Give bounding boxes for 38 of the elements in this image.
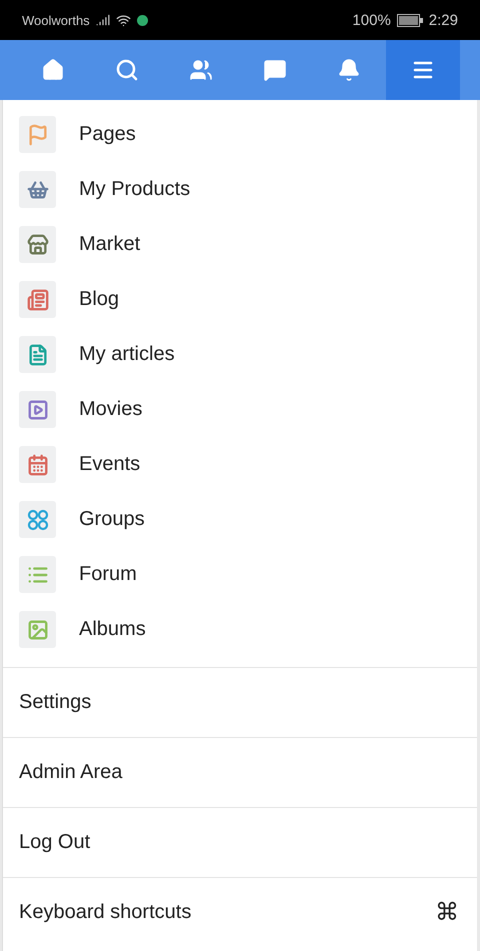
menu-item[interactable]: Movies: [79, 398, 142, 421]
menu-item[interactable]: Groups: [79, 508, 145, 531]
menu-link[interactable]: Settings: [19, 691, 92, 714]
bell-icon: [337, 58, 361, 82]
video-icon: [19, 391, 56, 428]
carrier-name: Woolworths: [22, 12, 90, 28]
home-icon: [41, 58, 65, 82]
wifi-icon: [116, 12, 131, 28]
signal-icon: [96, 13, 110, 27]
battery-icon: [396, 14, 423, 26]
menu-item[interactable]: Albums: [79, 618, 146, 641]
status-dot-icon: [136, 14, 148, 26]
menu-item[interactable]: My articles: [79, 343, 175, 366]
menu-link[interactable]: Admin Area: [19, 761, 122, 784]
document-icon: [19, 336, 56, 373]
search-icon: [115, 58, 139, 82]
calendar-icon: [19, 446, 56, 483]
menu-item[interactable]: Blog: [79, 288, 120, 311]
menu-link[interactable]: Keyboard shortcuts: [19, 901, 192, 924]
menu-item[interactable]: Pages: [79, 123, 136, 146]
basket-icon: [19, 171, 56, 208]
image-icon: [19, 611, 56, 648]
menu-item[interactable]: My Products: [79, 178, 190, 201]
command-key: ⌘: [435, 898, 459, 927]
battery-percent: 100%: [352, 12, 391, 28]
newspaper-icon: [19, 281, 56, 318]
flag-icon: [19, 116, 56, 153]
menu-item[interactable]: Events: [79, 453, 140, 476]
store-icon: [19, 226, 56, 263]
menu-link[interactable]: Log Out: [19, 831, 90, 854]
list-icon: [19, 556, 56, 593]
chat-icon: [263, 58, 287, 82]
circles-icon: [19, 501, 56, 538]
menu-item[interactable]: Forum: [79, 563, 137, 586]
nav-tab[interactable]: [386, 40, 460, 100]
menu-item[interactable]: Market: [79, 233, 140, 256]
people-icon: [189, 58, 213, 82]
clock-time: 2:29: [428, 12, 458, 28]
